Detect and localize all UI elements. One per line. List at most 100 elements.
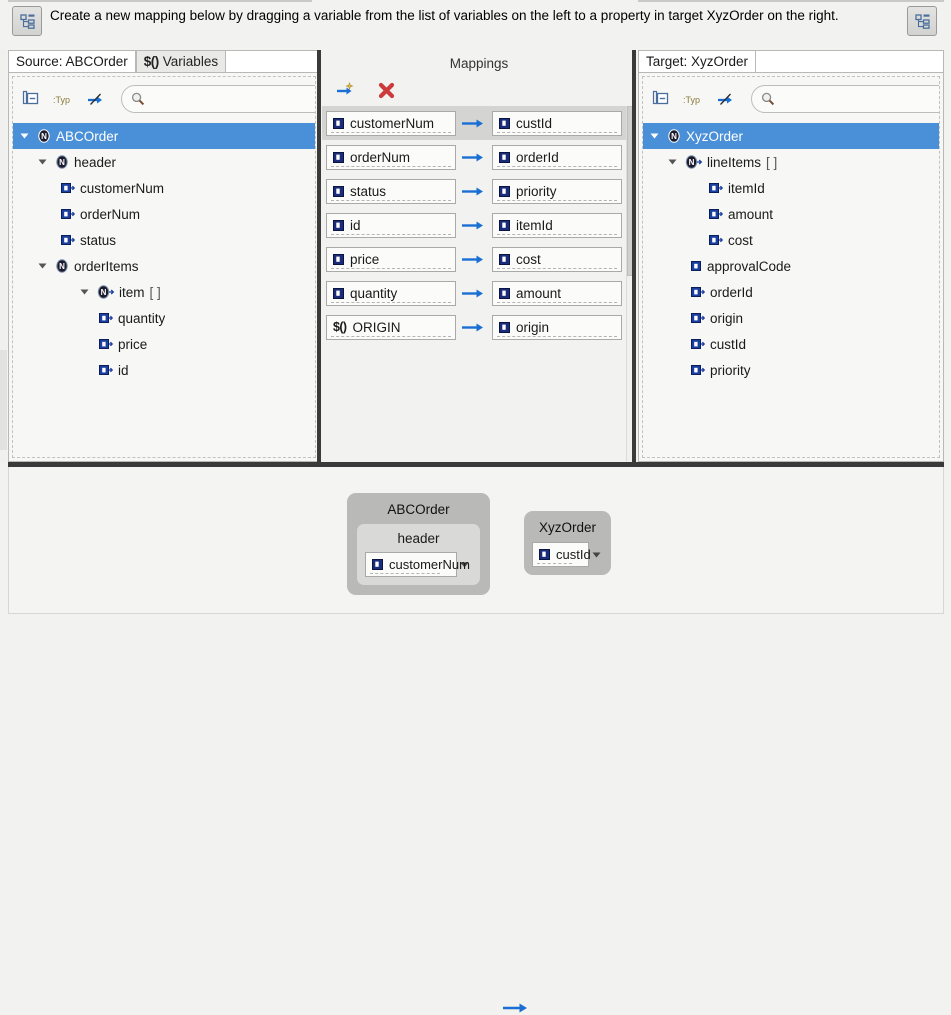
array-suffix: [ ]	[149, 284, 161, 300]
tree-item-amount[interactable]: amount	[643, 201, 939, 227]
mapping-target-cell[interactable]: cost	[492, 246, 622, 272]
tree-item-item-array[interactable]: N item [ ]	[13, 279, 315, 305]
diagram-source-node[interactable]: ABCOrder header customerNum	[347, 493, 490, 595]
mapping-row[interactable]: orderNum orderId	[322, 140, 626, 174]
chevron-down-icon[interactable]	[37, 156, 50, 169]
tree-item-status[interactable]: status	[13, 227, 315, 253]
panel-divider-top-right	[638, 0, 944, 2]
search-icon	[761, 92, 775, 106]
target-search-input[interactable]	[781, 90, 939, 108]
mapping-source-cell[interactable]: orderNum	[326, 144, 456, 170]
svg-text:N: N	[689, 158, 695, 167]
mapping-source-label: ORIGIN	[352, 319, 401, 335]
tree-item-header[interactable]: N header	[13, 149, 315, 175]
property-icon	[691, 312, 706, 325]
chevron-down-icon[interactable]	[649, 130, 662, 143]
diagram-target-node[interactable]: XyzOrder custId	[524, 511, 611, 575]
tab-source-abcorder[interactable]: Source: ABCOrder	[8, 50, 136, 72]
diagram-source-field-wrap[interactable]: customerNum	[365, 552, 472, 577]
tree-hierarchy-icon	[19, 13, 35, 29]
instruction-text: Create a new mapping below by dragging a…	[50, 8, 839, 23]
sash-divider-right[interactable]	[632, 50, 636, 462]
tree-item-label: XyzOrder	[686, 128, 744, 144]
mapping-source-cell[interactable]: $() ORIGIN	[326, 314, 456, 340]
tree-item-priority[interactable]: priority	[643, 357, 939, 383]
show-types-icon[interactable]: :Typ	[683, 88, 703, 110]
caret-down-icon[interactable]	[589, 549, 603, 560]
chevron-down-icon[interactable]	[667, 156, 680, 169]
mapping-row[interactable]: status priority	[322, 174, 626, 208]
variable-icon: $()	[333, 320, 347, 334]
tree-item-ordernum[interactable]: orderNum	[13, 201, 315, 227]
target-tree-rows: N XyzOrder N lineItems [] itemId amount…	[643, 121, 939, 383]
mapping-target-cell[interactable]: origin	[492, 314, 622, 340]
property-icon	[99, 364, 114, 377]
mapping-target-cell[interactable]: custId	[492, 110, 622, 136]
outer-scrollbar[interactable]	[0, 50, 7, 462]
collapse-all-icon[interactable]	[652, 88, 669, 110]
mapping-row[interactable]: id itemId	[322, 208, 626, 242]
tab-variables[interactable]: $() Variables	[135, 50, 227, 72]
mapping-source-cell[interactable]: customerNum	[326, 110, 456, 136]
show-types-icon[interactable]: :Typ	[53, 88, 73, 110]
tree-item-itemid[interactable]: itemId	[643, 175, 939, 201]
tree-item-label: approvalCode	[707, 258, 792, 274]
property-icon	[333, 117, 344, 129]
mapping-source-cell[interactable]: id	[326, 212, 456, 238]
mapping-source-label: status	[350, 183, 387, 199]
mapping-target-cell[interactable]: itemId	[492, 212, 622, 238]
svg-text::Typ: :Typ	[683, 95, 700, 105]
sash-divider-left[interactable]	[317, 50, 321, 462]
diagram-source-field[interactable]: customerNum	[365, 552, 470, 577]
property-icon	[333, 151, 344, 163]
delete-mapping-x-icon[interactable]	[375, 79, 397, 101]
tree-item-id[interactable]: id	[13, 357, 315, 383]
mapping-source-cell[interactable]: price	[326, 246, 456, 272]
diagram-target-field-wrap[interactable]: custId	[532, 542, 603, 567]
tree-item-custid[interactable]: custId	[643, 331, 939, 357]
source-search-field[interactable]	[121, 85, 315, 113]
source-tree-box: :Typ N ABCOrder N header customerNum ord…	[8, 72, 320, 462]
tree-item-cost[interactable]: cost	[643, 227, 939, 253]
mapping-target-cell[interactable]: orderId	[492, 144, 622, 170]
chevron-down-icon[interactable]	[37, 260, 50, 273]
tree-item-lineitems[interactable]: N lineItems [ ]	[643, 149, 939, 175]
target-search-field[interactable]	[751, 85, 939, 113]
mapping-row[interactable]: customerNum custId	[322, 106, 626, 140]
tree-item-label: orderNum	[80, 206, 141, 222]
diagram-target-field[interactable]: custId	[532, 542, 591, 567]
target-tree-inner: :Typ N XyzOrder N lineItems [] itemId a…	[642, 76, 940, 458]
panel-divider-top-left	[8, 0, 312, 2]
hide-links-icon[interactable]	[717, 88, 735, 110]
tree-item-price[interactable]: price	[13, 331, 315, 357]
mapping-row[interactable]: price cost	[322, 242, 626, 276]
tree-hierarchy-button-right[interactable]	[907, 6, 937, 36]
tree-item-customernum[interactable]: customerNum	[13, 175, 315, 201]
diagram-source-group[interactable]: header customerNum	[357, 524, 480, 585]
mapping-target-cell[interactable]: priority	[492, 178, 622, 204]
tree-hierarchy-button-left[interactable]	[12, 6, 42, 36]
tree-item-quantity[interactable]: quantity	[13, 305, 315, 331]
mapping-row[interactable]: quantity amount	[322, 276, 626, 310]
chevron-down-icon[interactable]	[79, 286, 92, 299]
mapping-row[interactable]: $() ORIGIN origin	[322, 310, 626, 344]
mapping-source-cell[interactable]: status	[326, 178, 456, 204]
tree-item-abcorder[interactable]: N ABCOrder	[13, 123, 315, 149]
tree-item-origin[interactable]: origin	[643, 305, 939, 331]
add-mapping-arrow-icon[interactable]	[335, 79, 357, 101]
tree-item-approvalcode[interactable]: approvalCode	[643, 253, 939, 279]
collapse-all-icon[interactable]	[22, 88, 39, 110]
mapping-target-label: priority	[516, 183, 557, 199]
mapping-target-cell[interactable]: amount	[492, 280, 622, 306]
mapping-source-cell[interactable]: quantity	[326, 280, 456, 306]
tree-item-xyzorder[interactable]: N XyzOrder	[643, 123, 939, 149]
scrollbar-thumb[interactable]	[0, 350, 7, 450]
mapping-target-label: origin	[516, 319, 550, 335]
source-search-input[interactable]	[151, 90, 315, 108]
hide-links-icon[interactable]	[87, 88, 105, 110]
property-icon	[709, 234, 724, 247]
chevron-down-icon[interactable]	[19, 130, 32, 143]
tree-item-orderid[interactable]: orderId	[643, 279, 939, 305]
tab-target-xyzorder[interactable]: Target: XyzOrder	[638, 50, 757, 72]
tree-item-orderitems[interactable]: N orderItems	[13, 253, 315, 279]
